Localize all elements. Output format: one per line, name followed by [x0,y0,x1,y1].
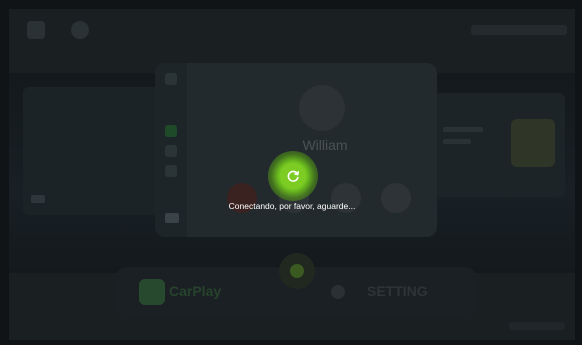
navigation-card [23,87,161,215]
carplay-screen: William CarPlay SETTING Conectando, por … [0,0,582,345]
status-message: Conectando, por favor, aguarde... [228,201,356,211]
grid-icon [31,195,45,203]
sidebar-dot [165,145,177,157]
sidebar-dot [165,73,177,85]
grid-icon [165,213,179,223]
music-card [433,93,565,197]
carplay-label: CarPlay [169,283,222,299]
status-clock [471,25,567,35]
setting-label: SETTING [367,283,428,299]
album-art [511,119,555,167]
sidebar-dot [165,165,177,177]
avatar [299,85,345,131]
phone-icon [165,125,177,137]
track-artist-placeholder [443,139,471,144]
carplay-icon [139,279,165,305]
corner-indicator [509,322,565,330]
gear-icon [71,21,89,39]
popup-sidebar [155,63,187,237]
home-icon [27,21,45,39]
settings-icon [331,285,345,299]
add-call-button [381,183,411,213]
dock-center-button [279,253,315,289]
track-title-placeholder [443,127,483,132]
refresh-icon [287,170,300,182]
